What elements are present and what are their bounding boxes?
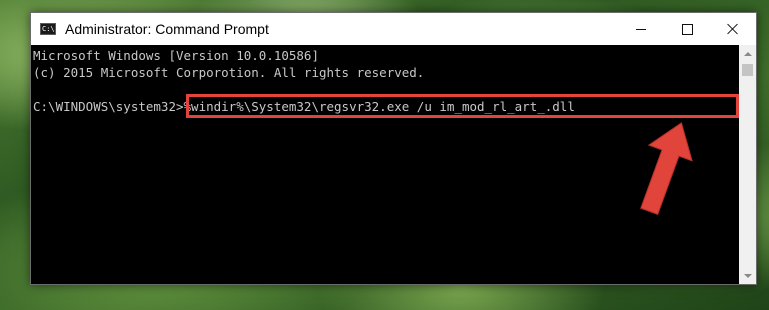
chevron-up-icon (743, 51, 752, 56)
minimize-icon (636, 28, 646, 30)
window-title: Administrator: Command Prompt (65, 21, 269, 37)
console-line-copyright: (c) 2015 Microsoft Corporotion. All righ… (33, 65, 425, 80)
command-prompt-path: C:\WINDOWS\system32> (33, 99, 184, 114)
cmd-icon: C:\ (40, 23, 56, 35)
command-highlight-box (186, 94, 739, 118)
chevron-down-icon (743, 273, 752, 278)
scrollbar-thumb[interactable] (742, 64, 753, 76)
close-button[interactable] (710, 13, 756, 45)
vertical-scrollbar[interactable] (739, 45, 756, 284)
minimize-button[interactable] (618, 13, 664, 45)
maximize-icon (681, 23, 693, 35)
pointer-arrow-icon (640, 122, 693, 215)
title-bar[interactable]: C:\ Administrator: Command Prompt (31, 13, 756, 45)
close-icon (727, 23, 739, 35)
maximize-button[interactable] (664, 13, 710, 45)
console-line-version: Microsoft Windows [Version 10.0.10586] (33, 48, 319, 63)
scroll-up-button[interactable] (739, 45, 756, 62)
scroll-down-button[interactable] (739, 267, 756, 284)
